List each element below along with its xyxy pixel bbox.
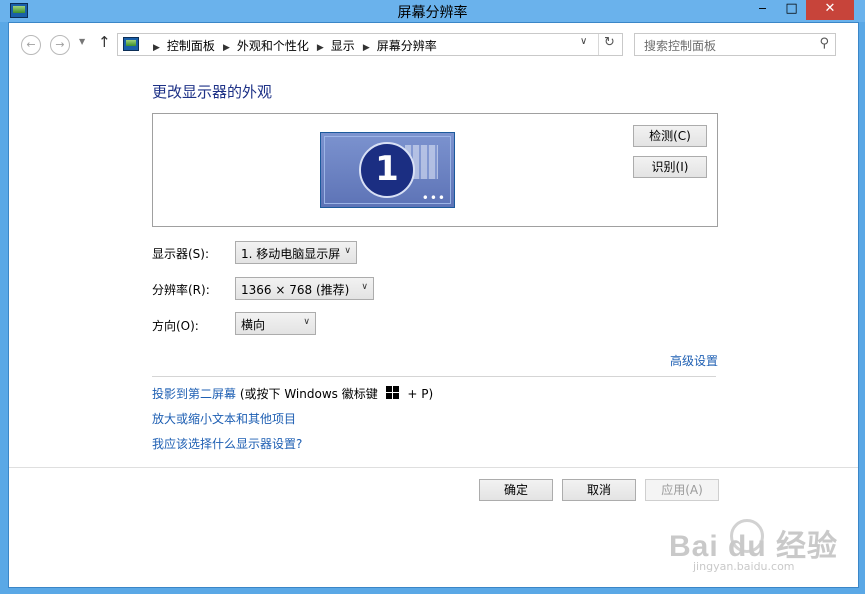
breadcrumb-screen-resolution[interactable]: 屏幕分辨率 (377, 37, 437, 54)
divider (598, 34, 599, 55)
orientation-select[interactable]: 横向 ∨ (235, 312, 316, 335)
chevron-down-icon: ∨ (344, 246, 351, 256)
navigation-bar: ← → ▼ ↑ ▶ 控制面板 ▶ 外观和个性化 ▶ 显示 ▶ 屏幕分辨率 ∨ ↻ 搜索控制面板… (9, 23, 858, 63)
breadcrumb-display[interactable]: 显示 (331, 37, 355, 54)
advanced-settings-link[interactable]: 高级设置 (670, 352, 718, 369)
orientation-select-value: 横向 (241, 318, 266, 332)
breadcrumb-control-panel[interactable]: 控制面板 (167, 37, 215, 54)
close-button[interactable]: ✕ (806, 0, 854, 20)
title-bar: 屏幕分辨率 ‒ □ ✕ (0, 0, 865, 22)
back-button[interactable]: ← (21, 35, 41, 55)
watermark-brand: Bai du 经验 (669, 530, 839, 563)
project-hint-suffix: + P) (403, 387, 434, 401)
up-button[interactable]: ↑ (98, 33, 111, 51)
page-title: 更改显示器的外观 (152, 83, 273, 101)
refresh-icon[interactable]: ↻ (604, 35, 615, 50)
address-bar[interactable]: ▶ 控制面板 ▶ 外观和个性化 ▶ 显示 ▶ 屏幕分辨率 ∨ ↻ (117, 33, 623, 56)
window-title: 屏幕分辨率 (397, 5, 468, 21)
control-panel-icon (123, 37, 139, 51)
divider (152, 376, 716, 377)
chevron-right-icon[interactable]: ▶ (317, 43, 324, 53)
breadcrumb-appearance[interactable]: 外观和个性化 (237, 37, 309, 54)
project-second-screen-row: 投影到第二屏幕 (或按下 Windows 徽标键 + P) (152, 385, 433, 402)
which-settings-link[interactable]: 我应该选择什么显示器设置? (152, 435, 302, 452)
resolution-label: 分辨率(R): (152, 283, 210, 297)
chevron-right-icon[interactable]: ▶ (153, 43, 160, 53)
text-size-link[interactable]: 放大或缩小文本和其他项目 (152, 410, 296, 427)
address-dropdown-icon[interactable]: ∨ (580, 36, 587, 47)
forward-button[interactable]: → (50, 35, 70, 55)
maximize-button[interactable]: □ (777, 0, 806, 20)
monitor-1[interactable]: 1 ••• (320, 132, 455, 208)
cancel-button[interactable]: 取消 (562, 479, 636, 501)
ok-button[interactable]: 确定 (479, 479, 553, 501)
identify-button[interactable]: 识别(I) (633, 156, 707, 178)
search-input[interactable]: 搜索控制面板 ⚲ (634, 33, 836, 56)
chevron-down-icon: ∨ (303, 317, 310, 327)
recent-locations-dropdown[interactable]: ▼ (79, 37, 85, 46)
minimize-button[interactable]: ‒ (748, 0, 777, 20)
project-hint-prefix: (或按下 Windows 徽标键 (236, 387, 382, 401)
display-preview: 1 ••• 检测(C) 识别(I) (152, 113, 718, 227)
windows-logo-icon (385, 386, 400, 400)
display-select[interactable]: 1. 移动电脑显示屏 ∨ (235, 241, 357, 264)
display-select-value: 1. 移动电脑显示屏 (241, 247, 341, 261)
monitor-number-badge: 1 (359, 142, 415, 198)
resolution-select[interactable]: 1366 × 768 (推荐) ∨ (235, 277, 374, 300)
breadcrumb: ▶ 控制面板 ▶ 外观和个性化 ▶ 显示 ▶ 屏幕分辨率 (145, 37, 437, 54)
search-placeholder: 搜索控制面板 (644, 39, 717, 53)
watermark-url: jingyan.baidu.com (693, 560, 795, 573)
chevron-right-icon[interactable]: ▶ (363, 43, 370, 53)
project-second-screen-link[interactable]: 投影到第二屏幕 (152, 387, 236, 401)
search-icon[interactable]: ⚲ (819, 36, 829, 51)
chevron-down-icon: ∨ (361, 282, 368, 292)
apply-button[interactable]: 应用(A) (645, 479, 719, 501)
window-client: ← → ▼ ↑ ▶ 控制面板 ▶ 外观和个性化 ▶ 显示 ▶ 屏幕分辨率 ∨ ↻ 搜索控制面板… (8, 22, 859, 588)
display-label: 显示器(S): (152, 247, 210, 261)
chevron-right-icon[interactable]: ▶ (223, 43, 230, 53)
monitor-dots: ••• (421, 191, 446, 205)
orientation-label: 方向(O): (152, 319, 199, 333)
resolution-select-value: 1366 × 768 (推荐) (241, 283, 350, 297)
footer-divider (9, 467, 858, 468)
detect-button[interactable]: 检测(C) (633, 125, 707, 147)
